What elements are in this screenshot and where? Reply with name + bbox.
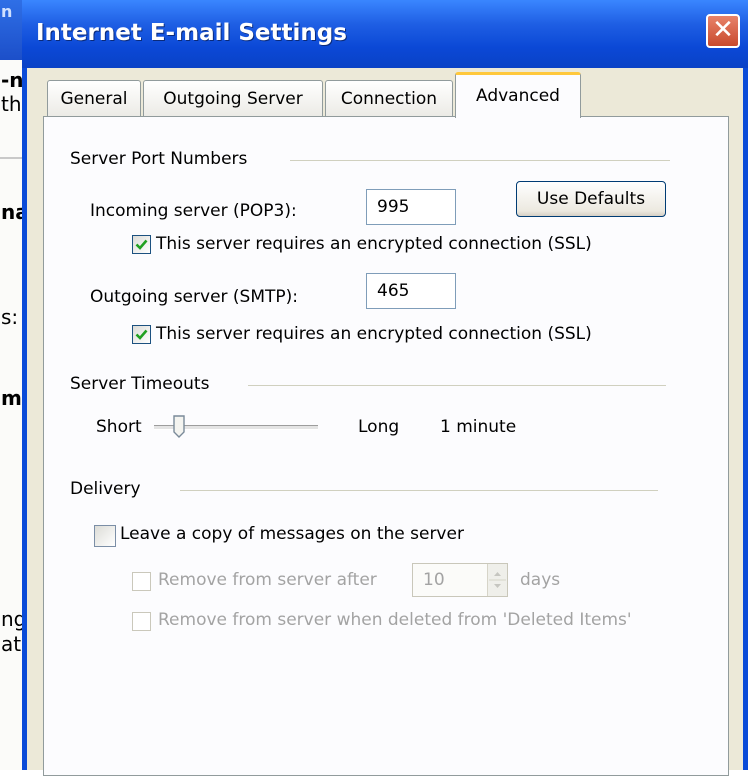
timeout-short-label: Short [96, 417, 142, 437]
outgoing-port-value: 465 [377, 281, 410, 301]
incoming-ssl-checkbox[interactable] [132, 235, 151, 254]
remove-after-days-value: 10 [423, 570, 445, 590]
background-divider [0, 157, 22, 159]
delivery-group-label: Delivery [70, 479, 141, 499]
tab-outgoing-server[interactable]: Outgoing Server [143, 80, 323, 116]
outgoing-ssl-checkbox[interactable] [132, 325, 151, 344]
background-text: m [1, 386, 22, 410]
checkmark-icon [135, 239, 148, 250]
group-divider [290, 160, 670, 161]
close-icon: ✕ [712, 15, 734, 45]
tab-label: Outgoing Server [163, 89, 303, 109]
use-defaults-label: Use Defaults [536, 189, 646, 209]
days-spinner[interactable] [487, 564, 507, 596]
remove-deleted-checkbox[interactable] [132, 612, 151, 631]
dialog-title: Internet E-mail Settings [36, 20, 347, 46]
tab-connection[interactable]: Connection [325, 80, 453, 116]
remove-deleted-label: Remove from server when deleted from 'De… [158, 610, 632, 630]
incoming-server-label: Incoming server (POP3): [90, 201, 297, 221]
background-text: -n [1, 68, 24, 92]
server-timeouts-group-label: Server Timeouts [70, 374, 210, 394]
days-label: days [520, 570, 561, 590]
timeout-value: 1 minute [440, 417, 517, 437]
internet-email-settings-dialog: Internet E-mail Settings ✕ General Outgo… [22, 0, 748, 776]
background-window: n -n th na s: m ng ati [0, 0, 29, 770]
checkmark-icon [135, 329, 148, 340]
incoming-ssl-label[interactable]: This server requires an encrypted connec… [156, 234, 592, 254]
timeout-slider-thumb[interactable] [172, 415, 186, 439]
tab-advanced[interactable]: Advanced [455, 72, 581, 118]
tab-label: Advanced [476, 86, 560, 106]
outgoing-server-label: Outgoing server (SMTP): [90, 287, 299, 307]
remove-after-label: Remove from server after [158, 570, 377, 590]
tab-label: General [60, 89, 128, 109]
timeout-long-label: Long [358, 417, 400, 437]
outgoing-ssl-label[interactable]: This server requires an encrypted connec… [156, 324, 592, 344]
title-bar[interactable]: Internet E-mail Settings ✕ [22, 0, 748, 68]
tab-general[interactable]: General [47, 80, 141, 116]
server-port-numbers-group-label: Server Port Numbers [70, 149, 248, 169]
incoming-port-input[interactable]: 995 [366, 189, 456, 225]
tab-label: Connection [340, 89, 438, 109]
dialog-client-area: General Outgoing Server Connection Advan… [27, 68, 743, 776]
background-text: th [1, 92, 22, 116]
outgoing-port-input[interactable]: 465 [366, 273, 456, 309]
advanced-tab-panel: Server Port Numbers Incoming server (POP… [43, 116, 729, 776]
group-divider [248, 385, 666, 386]
group-divider [180, 490, 658, 491]
background-text: n [1, 2, 13, 21]
spinner-arrows-icon [489, 572, 506, 588]
background-text: s: [1, 305, 19, 329]
remove-after-checkbox[interactable] [132, 572, 151, 591]
leave-copy-label[interactable]: Leave a copy of messages on the server [120, 524, 464, 544]
use-defaults-button[interactable]: Use Defaults [516, 181, 666, 217]
incoming-port-value: 995 [377, 197, 410, 217]
remove-after-days-input[interactable]: 10 [412, 563, 508, 597]
leave-copy-checkbox[interactable] [94, 525, 116, 547]
close-button[interactable]: ✕ [706, 14, 740, 48]
